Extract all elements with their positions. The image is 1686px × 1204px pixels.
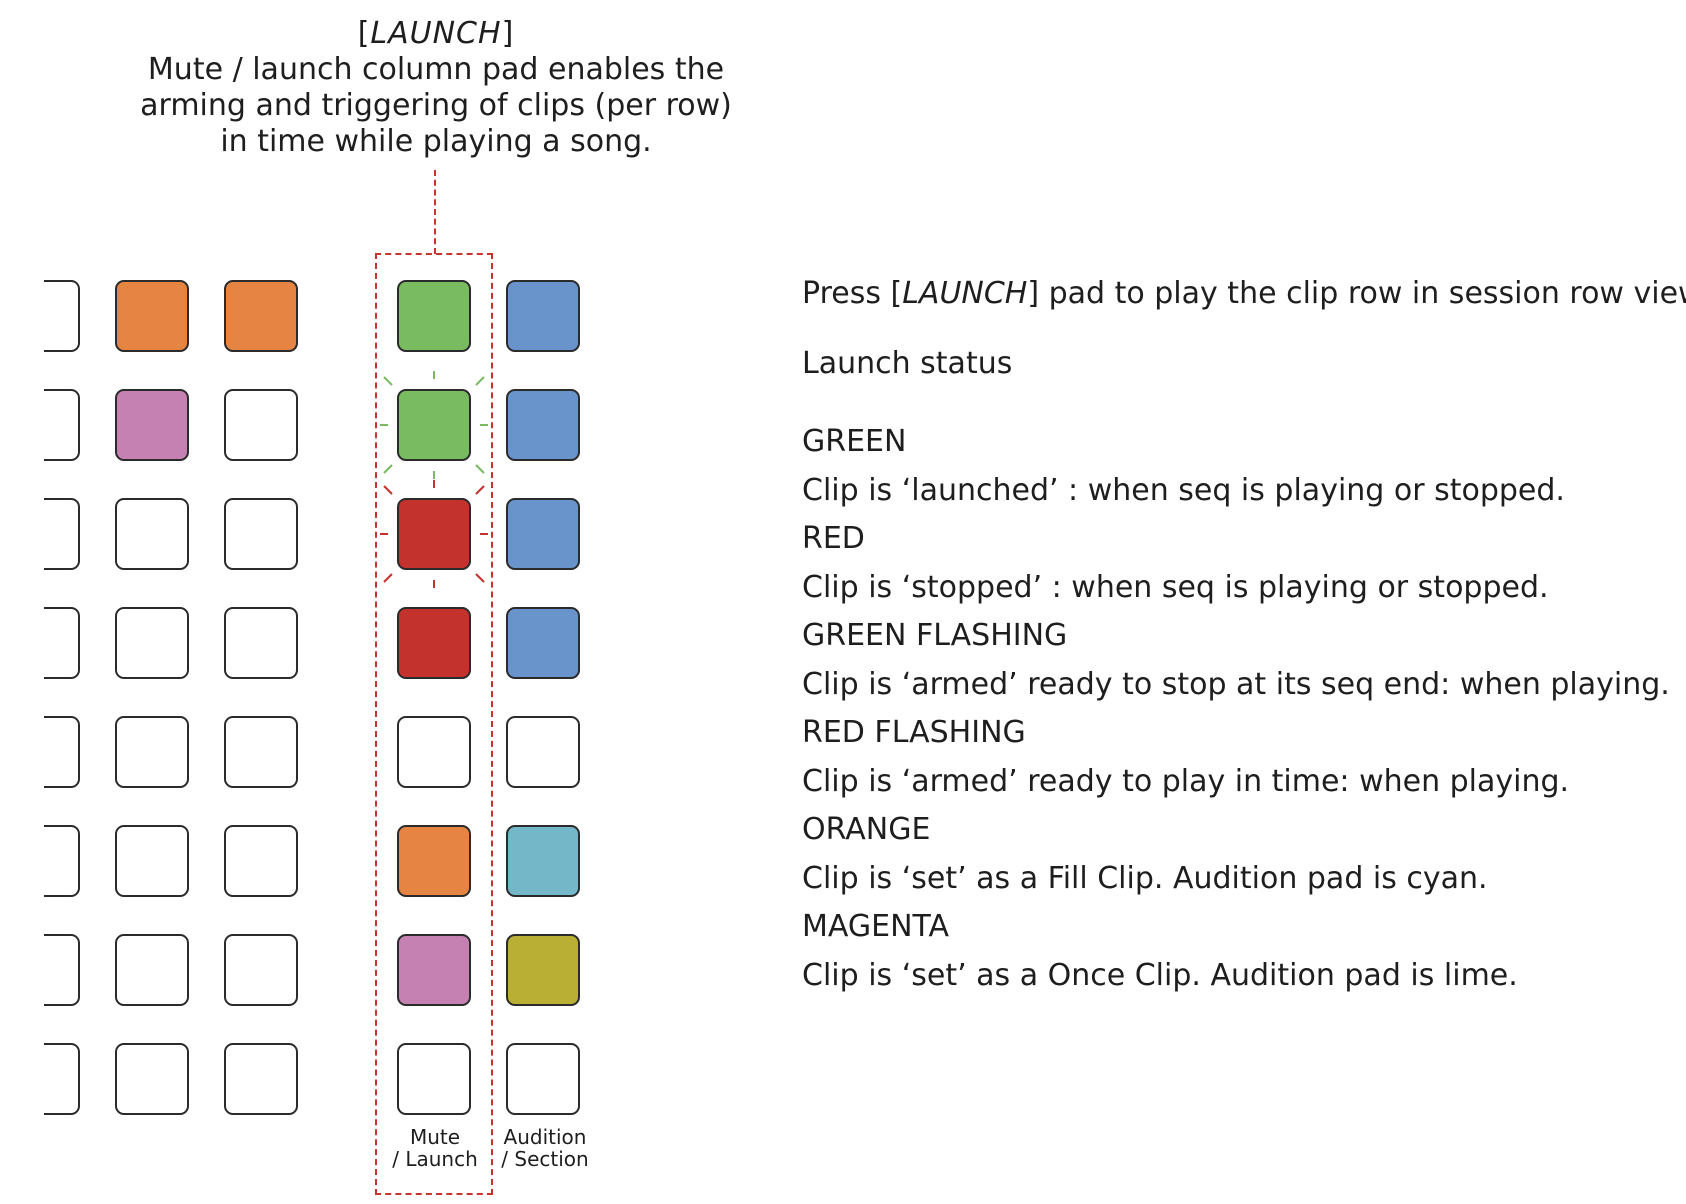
clip-pad-b-row-1[interactable] bbox=[115, 280, 189, 352]
launch-column-label: Mute / Launch bbox=[380, 1126, 490, 1170]
launch-status-list: GREEN Clip is ‘launched’ : when seq is pl… bbox=[802, 418, 1682, 1000]
clip-pad-b-row-4[interactable] bbox=[115, 607, 189, 679]
clip-pad-a-row-7[interactable] bbox=[44, 934, 80, 1006]
clip-pad-b-row-5[interactable] bbox=[115, 716, 189, 788]
clip-pad-c-row-1[interactable] bbox=[224, 280, 298, 352]
clip-pad-b-row-6[interactable] bbox=[115, 825, 189, 897]
launch-pad-row-2[interactable] bbox=[397, 389, 471, 461]
status-name: GREEN bbox=[802, 424, 907, 459]
clip-pad-a-row-8[interactable] bbox=[44, 1043, 80, 1115]
audition-column-label-line-1: Audition bbox=[503, 1125, 587, 1149]
audition-column-label-line-2: / Section bbox=[501, 1147, 589, 1171]
status-description: Clip is ‘stopped’ : when seq is playing … bbox=[802, 570, 1549, 605]
clip-pad-c-row-2[interactable] bbox=[224, 389, 298, 461]
status-name: RED bbox=[802, 521, 865, 556]
status-description: Clip is ‘set’ as a Once Clip. Audition p… bbox=[802, 958, 1518, 993]
callout-line-2: arming and triggering of clips (per row) bbox=[140, 88, 732, 123]
callout-line-1: Mute / launch column pad enables the bbox=[147, 52, 725, 87]
launch-pad-row-7[interactable] bbox=[397, 934, 471, 1006]
clip-pad-c-row-7[interactable] bbox=[224, 934, 298, 1006]
audition-pad-row-1[interactable] bbox=[506, 280, 580, 352]
audition-pad-row-3[interactable] bbox=[506, 498, 580, 570]
launch-pad-row-1[interactable] bbox=[397, 280, 471, 352]
clip-pad-a-row-1[interactable] bbox=[44, 280, 80, 352]
audition-pad-row-2[interactable] bbox=[506, 389, 580, 461]
launch-column-label-line-2: / Launch bbox=[392, 1147, 478, 1171]
launch-pad-row-4[interactable] bbox=[397, 607, 471, 679]
status-description: Clip is ‘set’ as a Fill Clip. Audition p… bbox=[802, 861, 1488, 896]
launch-instruction: Press [LAUNCH] pad to play the clip row … bbox=[802, 276, 1686, 311]
clip-pad-a-row-4[interactable] bbox=[44, 607, 80, 679]
launch-status-info: Press [LAUNCH] pad to play the clip row … bbox=[802, 274, 1686, 1000]
status-name: MAGENTA bbox=[802, 909, 950, 944]
audition-pad-row-4[interactable] bbox=[506, 607, 580, 679]
status-description: Clip is ‘launched’ : when seq is playing… bbox=[802, 473, 1565, 508]
clip-pad-b-row-7[interactable] bbox=[115, 934, 189, 1006]
status-description: Clip is ‘armed’ ready to stop at its seq… bbox=[802, 667, 1670, 702]
status-name: ORANGE bbox=[802, 812, 931, 847]
clip-pad-a-row-6[interactable] bbox=[44, 825, 80, 897]
launch-pad-row-6[interactable] bbox=[397, 825, 471, 897]
launch-callout: [LAUNCH] Mute / launch column pad enable… bbox=[100, 16, 772, 160]
clip-pad-a-row-2[interactable] bbox=[44, 389, 80, 461]
clip-pad-c-row-6[interactable] bbox=[224, 825, 298, 897]
launch-status-title: Launch status bbox=[802, 346, 1013, 381]
clip-pad-b-row-3[interactable] bbox=[115, 498, 189, 570]
audition-pad-row-8[interactable] bbox=[506, 1043, 580, 1115]
status-name: RED FLASHING bbox=[802, 715, 1026, 750]
clip-pad-c-row-5[interactable] bbox=[224, 716, 298, 788]
status-name: GREEN FLASHING bbox=[802, 618, 1068, 653]
clip-pad-c-row-4[interactable] bbox=[224, 607, 298, 679]
audition-pad-row-6[interactable] bbox=[506, 825, 580, 897]
clip-pad-c-row-3[interactable] bbox=[224, 498, 298, 570]
audition-pad-row-7[interactable] bbox=[506, 934, 580, 1006]
callout-line-3: in time while playing a song. bbox=[220, 124, 652, 159]
clip-pad-b-row-8[interactable] bbox=[115, 1043, 189, 1115]
launch-pad-row-8[interactable] bbox=[397, 1043, 471, 1115]
clip-pad-a-row-3[interactable] bbox=[44, 498, 80, 570]
clip-pad-b-row-2[interactable] bbox=[115, 389, 189, 461]
callout-key: [LAUNCH] bbox=[357, 16, 515, 51]
launch-column-label-line-1: Mute bbox=[409, 1125, 461, 1149]
audition-pad-row-5[interactable] bbox=[506, 716, 580, 788]
clip-pad-a-row-5[interactable] bbox=[44, 716, 80, 788]
status-description: Clip is ‘armed’ ready to play in time: w… bbox=[802, 764, 1570, 799]
launch-pad-row-5[interactable] bbox=[397, 716, 471, 788]
launch-pad-row-3[interactable] bbox=[397, 498, 471, 570]
audition-column-label: Audition / Section bbox=[490, 1126, 600, 1170]
callout-leader-line bbox=[434, 170, 436, 254]
clip-pad-c-row-8[interactable] bbox=[224, 1043, 298, 1115]
